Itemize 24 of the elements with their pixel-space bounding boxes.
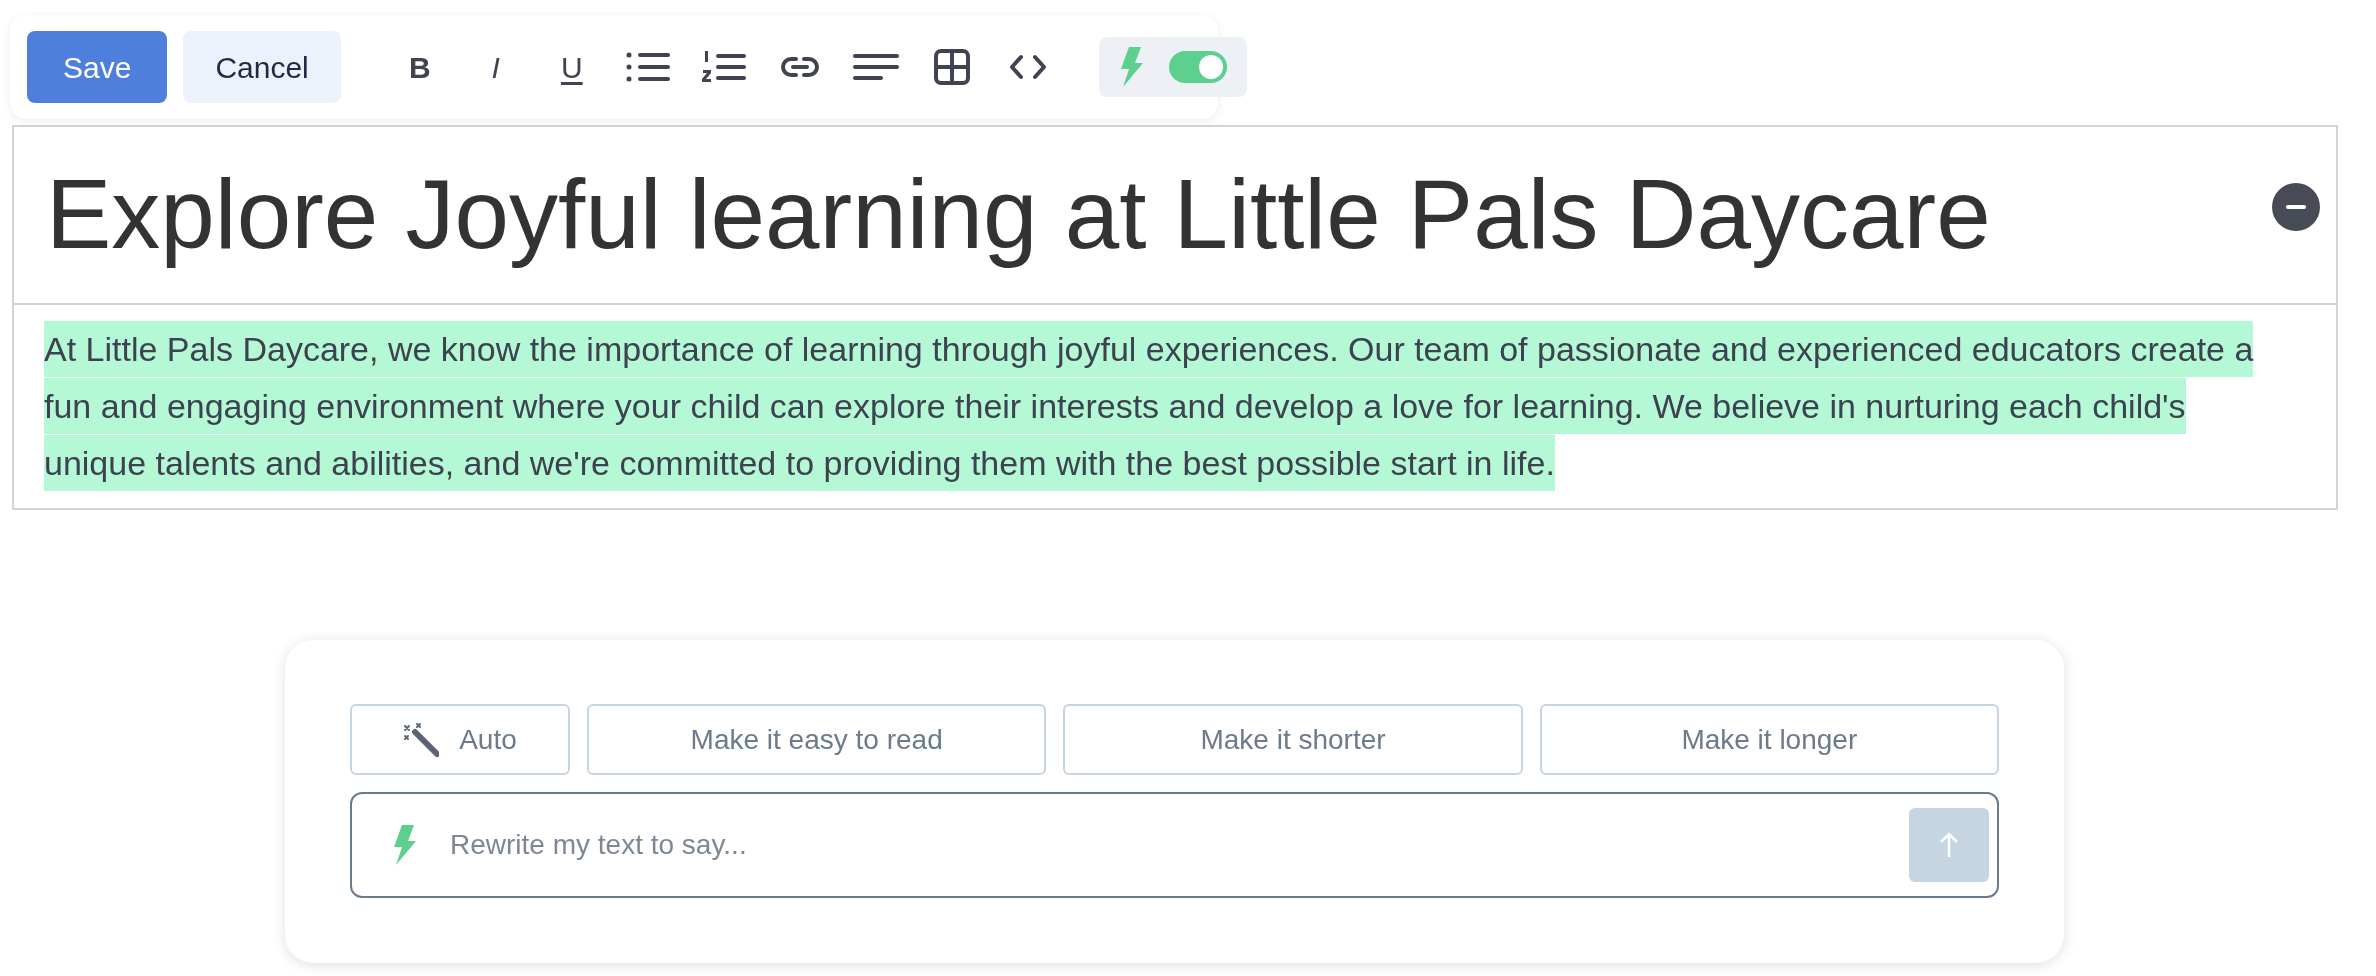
remove-button[interactable] [2272, 183, 2320, 231]
cancel-button[interactable]: Cancel [183, 31, 341, 103]
bullet-list-icon [625, 52, 670, 82]
link-icon [779, 55, 820, 79]
lightning-icon [392, 825, 418, 865]
code-icon [1009, 54, 1046, 80]
save-button[interactable]: Save [27, 31, 168, 103]
prompt-box[interactable]: Rewrite my text to say... [350, 792, 1999, 898]
suggestion-button[interactable]: Make it longer [1539, 704, 1999, 775]
arrow-up-icon [1939, 832, 1959, 858]
table-icon [933, 49, 970, 85]
bold-button[interactable]: B [388, 37, 451, 97]
heading: Explore Joyful learning at Little Pals Daycare [46, 158, 1991, 272]
ai-toggle[interactable] [1168, 51, 1227, 83]
lightning-icon [1118, 47, 1145, 87]
align-left-icon [852, 54, 899, 80]
suggestion-button[interactable]: Make it easy to read [587, 704, 1047, 775]
underline-button[interactable]: U [540, 37, 603, 97]
suggestion-button[interactable]: Make it shorter [1063, 704, 1523, 775]
auto-button[interactable]: Auto [350, 704, 570, 775]
numbered-list-icon [701, 51, 746, 83]
italic-button[interactable]: I [464, 37, 527, 97]
prompt-field[interactable]: Rewrite my text to say... [450, 824, 1877, 866]
magic-wand-icon [403, 721, 440, 758]
